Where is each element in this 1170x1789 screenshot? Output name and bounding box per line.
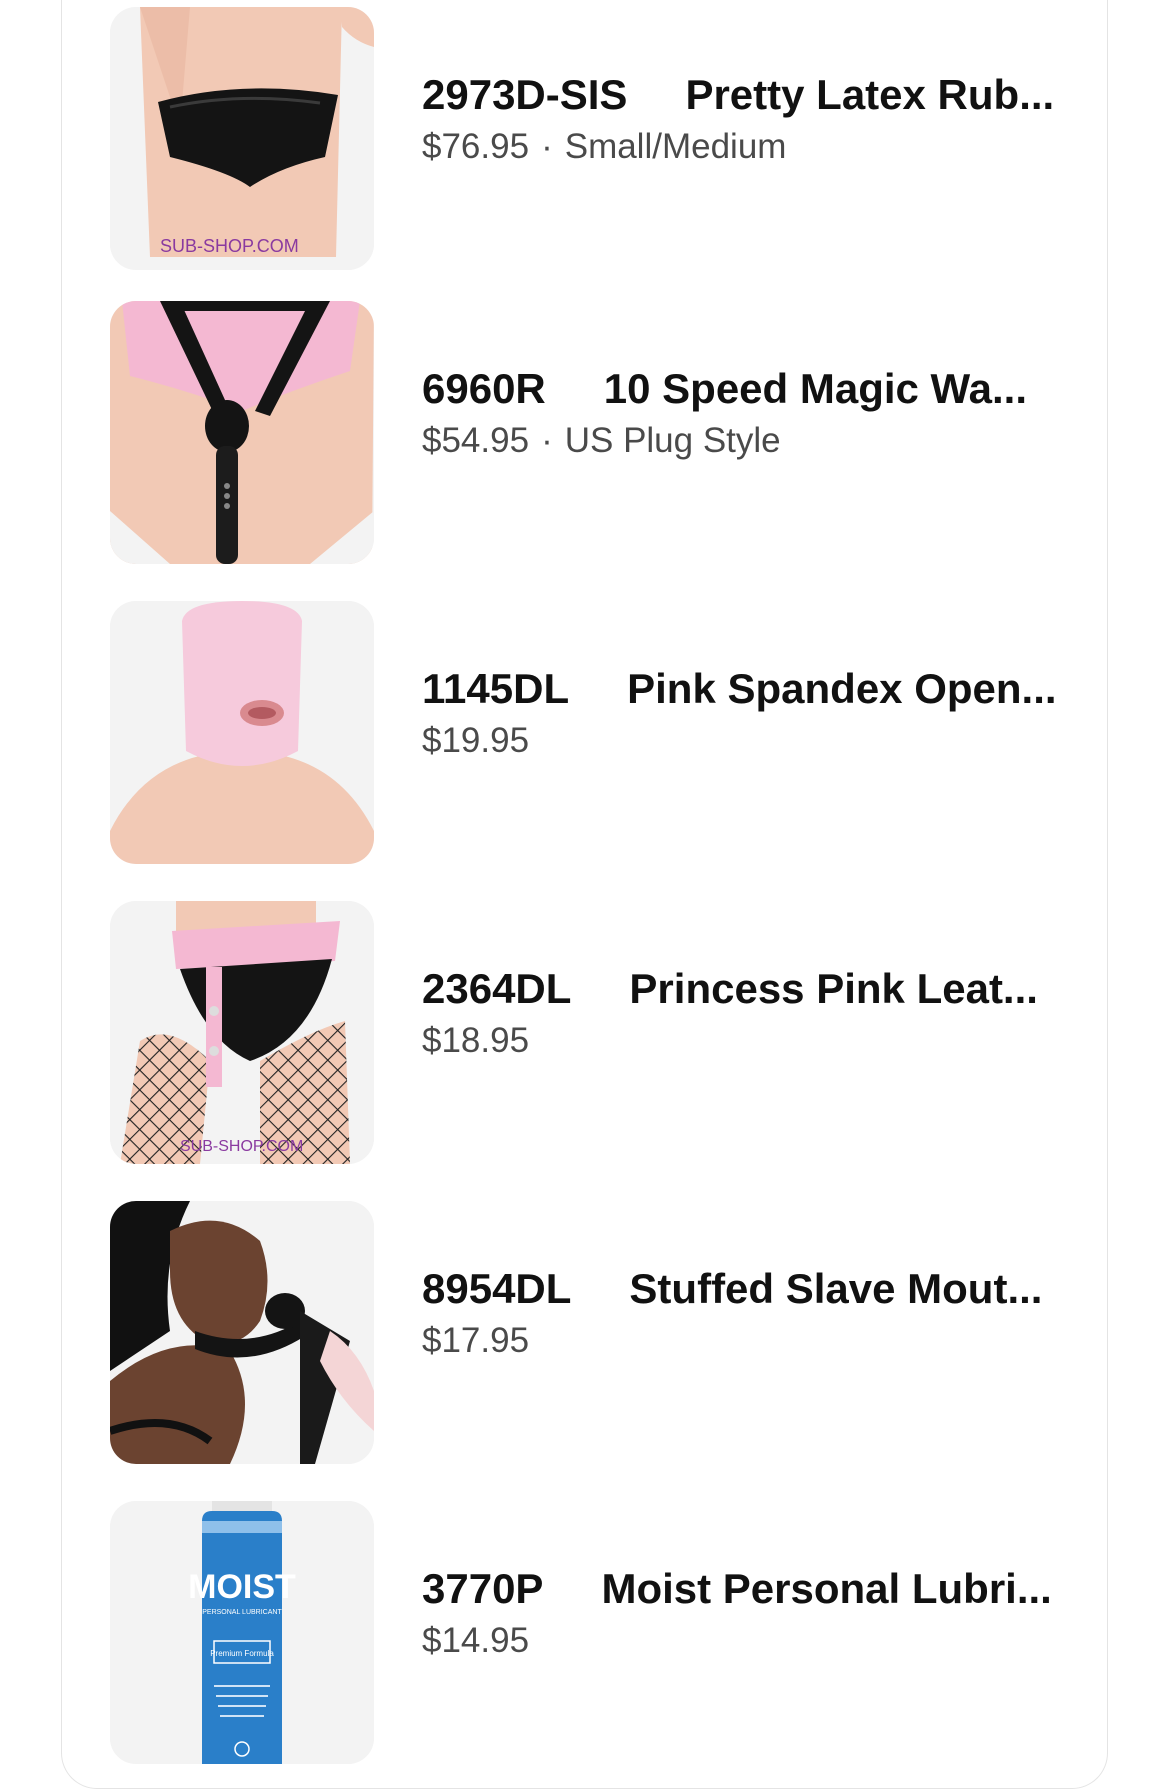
product-thumbnail[interactable]: MOIST PERSONAL LUBRICANT Premium Formula xyxy=(110,1501,374,1764)
product-sku: 2364DL xyxy=(422,965,572,1012)
product-price: $14.95 xyxy=(422,1621,530,1660)
product-thumbnail[interactable] xyxy=(110,301,374,564)
product-title[interactable]: 1145DL Pink Spandex Open... xyxy=(422,663,1072,715)
product-price: $19.95 xyxy=(422,721,530,760)
list-item[interactable]: 6960R 10 Speed Magic Wa... $54.95 · US Plug… xyxy=(110,301,1070,564)
lubricant-bottle-photo-icon: MOIST PERSONAL LUBRICANT Premium Formula xyxy=(110,1501,374,1764)
product-name: 10 Speed Magic Wa... xyxy=(603,365,1028,412)
product-thumbnail[interactable]: SUB-SHOP.COM xyxy=(110,7,374,270)
product-sku: 6960R xyxy=(422,365,546,412)
product-info: 6960R 10 Speed Magic Wa... $54.95 · US Plug… xyxy=(422,363,1072,463)
separator-dot: · xyxy=(541,127,553,166)
bottle-brand: MOIST xyxy=(188,1568,296,1606)
product-price: $17.95 xyxy=(422,1321,530,1360)
product-price: $18.95 xyxy=(422,1021,530,1060)
product-info: 3770P Moist Personal Lubri... $14.95 xyxy=(422,1563,1072,1663)
product-title[interactable]: 8954DL Stuffed Slave Mout... xyxy=(422,1263,1072,1315)
product-thumbnail[interactable] xyxy=(110,1201,374,1464)
product-info: 8954DL Stuffed Slave Mout... $17.95 xyxy=(422,1263,1072,1363)
product-thumbnail[interactable]: SUB-SHOP.COM xyxy=(110,901,374,1164)
list-item[interactable]: 8954DL Stuffed Slave Mout... $17.95 xyxy=(110,1201,1070,1464)
product-subline: $18.95 xyxy=(422,1019,1072,1063)
product-variant: Small/Medium xyxy=(564,127,787,166)
product-thumbnail[interactable] xyxy=(110,601,374,864)
product-sku: 1145DL xyxy=(422,665,570,712)
list-item[interactable]: MOIST PERSONAL LUBRICANT Premium Formula… xyxy=(110,1501,1070,1764)
product-title[interactable]: 6960R 10 Speed Magic Wa... xyxy=(422,363,1072,415)
latex-briefs-photo-icon: SUB-SHOP.COM xyxy=(110,7,374,270)
product-subline: $19.95 xyxy=(422,719,1072,763)
product-title[interactable]: 2973D-SIS Pretty Latex Rub... xyxy=(422,69,1072,121)
pink-belt-photo-icon: SUB-SHOP.COM xyxy=(110,901,374,1164)
product-info: 1145DL Pink Spandex Open... $19.95 xyxy=(422,663,1072,763)
list-item[interactable]: 1145DL Pink Spandex Open... $19.95 xyxy=(110,601,1070,864)
product-sku: 2973D-SIS xyxy=(422,71,628,118)
product-variant: US Plug Style xyxy=(564,421,781,460)
product-name: Princess Pink Leat... xyxy=(629,965,1038,1012)
mouth-gag-photo-icon xyxy=(110,1201,374,1464)
bottle-subtitle: PERSONAL LUBRICANT xyxy=(202,1609,282,1616)
product-subline: $54.95 · US Plug Style xyxy=(422,419,1072,463)
bottle-badge: Premium Formula xyxy=(210,1649,274,1658)
product-name: Pretty Latex Rub... xyxy=(685,71,1055,118)
product-subline: $17.95 xyxy=(422,1319,1072,1363)
product-subline: $76.95 · Small/Medium xyxy=(422,125,1072,169)
wand-harness-photo-icon xyxy=(110,301,374,564)
product-price: $54.95 xyxy=(422,421,530,460)
product-info: 2973D-SIS Pretty Latex Rub... $76.95 · Smal… xyxy=(422,69,1072,169)
pink-hood-photo-icon xyxy=(110,601,374,864)
watermark: SUB-SHOP.COM xyxy=(180,1138,303,1155)
list-item[interactable]: SUB-SHOP.COM 2364DL Princess Pink Leat...… xyxy=(110,901,1070,1164)
product-name: Stuffed Slave Mout... xyxy=(629,1265,1043,1312)
product-subline: $14.95 xyxy=(422,1619,1072,1663)
product-title[interactable]: 3770P Moist Personal Lubri... xyxy=(422,1563,1072,1615)
separator-dot: · xyxy=(541,421,553,460)
product-name: Moist Personal Lubri... xyxy=(601,1565,1052,1612)
product-price: $76.95 xyxy=(422,127,530,166)
product-info: 2364DL Princess Pink Leat... $18.95 xyxy=(422,963,1072,1063)
product-sku: 3770P xyxy=(422,1565,544,1612)
product-sku: 8954DL xyxy=(422,1265,572,1312)
product-title[interactable]: 2364DL Princess Pink Leat... xyxy=(422,963,1072,1015)
list-item[interactable]: SUB-SHOP.COM 2973D-SIS Pretty Latex Rub..… xyxy=(110,7,1070,270)
watermark: SUB-SHOP.COM xyxy=(160,236,299,256)
product-name: Pink Spandex Open... xyxy=(627,665,1057,712)
